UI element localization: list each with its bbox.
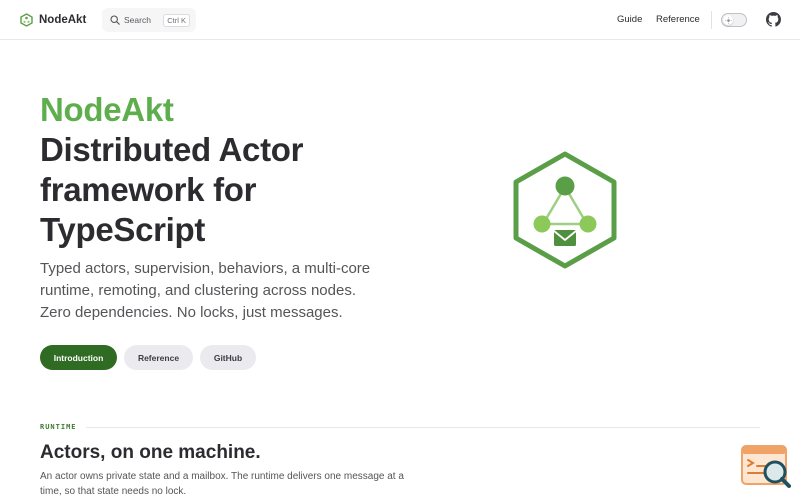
hero-title-line: framework for xyxy=(40,171,257,208)
theme-toggle[interactable] xyxy=(721,13,747,27)
section-body: An actor owns private state and a mailbo… xyxy=(40,469,420,499)
toggle-knob xyxy=(723,15,733,25)
section-divider xyxy=(86,427,760,428)
github-button[interactable]: GitHub xyxy=(200,345,256,370)
hero-title-line: Distributed Actor xyxy=(40,131,304,168)
nav-link-guide[interactable]: Guide xyxy=(617,14,642,25)
reference-button[interactable]: Reference xyxy=(124,345,193,370)
hero-product-name: NodeAkt xyxy=(40,91,174,128)
brand-name: NodeAkt xyxy=(39,14,87,26)
hero-title: Distributed Actor framework for TypeScri… xyxy=(40,130,400,250)
nav-divider xyxy=(711,11,712,29)
hero-title-line: TypeScript xyxy=(40,211,206,248)
section-body-line: time, so that state needs no lock. xyxy=(40,486,187,497)
section-body-line: An actor owns private state and a mailbo… xyxy=(40,471,404,482)
search-shortcut: Ctrl K xyxy=(163,13,190,27)
hero-tagline-line: Typed actors, supervision, behaviors, a … xyxy=(40,260,371,277)
search-document-icon[interactable] xyxy=(740,444,792,490)
hero-tagline-line: runtime, remoting, and clustering across… xyxy=(40,282,356,299)
introduction-button[interactable]: Introduction xyxy=(40,345,117,370)
brand-home-link[interactable]: NodeAkt xyxy=(20,10,86,30)
top-nav: NodeAkt Search Ctrl K Guide Reference xyxy=(0,0,800,40)
search-label: Search xyxy=(124,15,151,25)
hero-tagline-line: Zero dependencies. No locks, just messag… xyxy=(40,304,343,321)
nav-link-reference[interactable]: Reference xyxy=(656,14,700,25)
search-button[interactable]: Search Ctrl K xyxy=(102,8,196,32)
search-icon xyxy=(110,15,120,25)
hero-tagline: Typed actors, supervision, behaviors, a … xyxy=(40,258,410,324)
hero-actions: Introduction Reference GitHub xyxy=(40,345,256,370)
section-title: Actors, on one machine. xyxy=(40,442,261,463)
actor-graph-logo-icon xyxy=(513,151,617,269)
hexagon-logo-icon xyxy=(20,13,33,27)
sun-icon xyxy=(724,16,732,24)
section-eyebrow: RUNTIME xyxy=(40,423,77,431)
github-icon[interactable] xyxy=(766,12,781,27)
